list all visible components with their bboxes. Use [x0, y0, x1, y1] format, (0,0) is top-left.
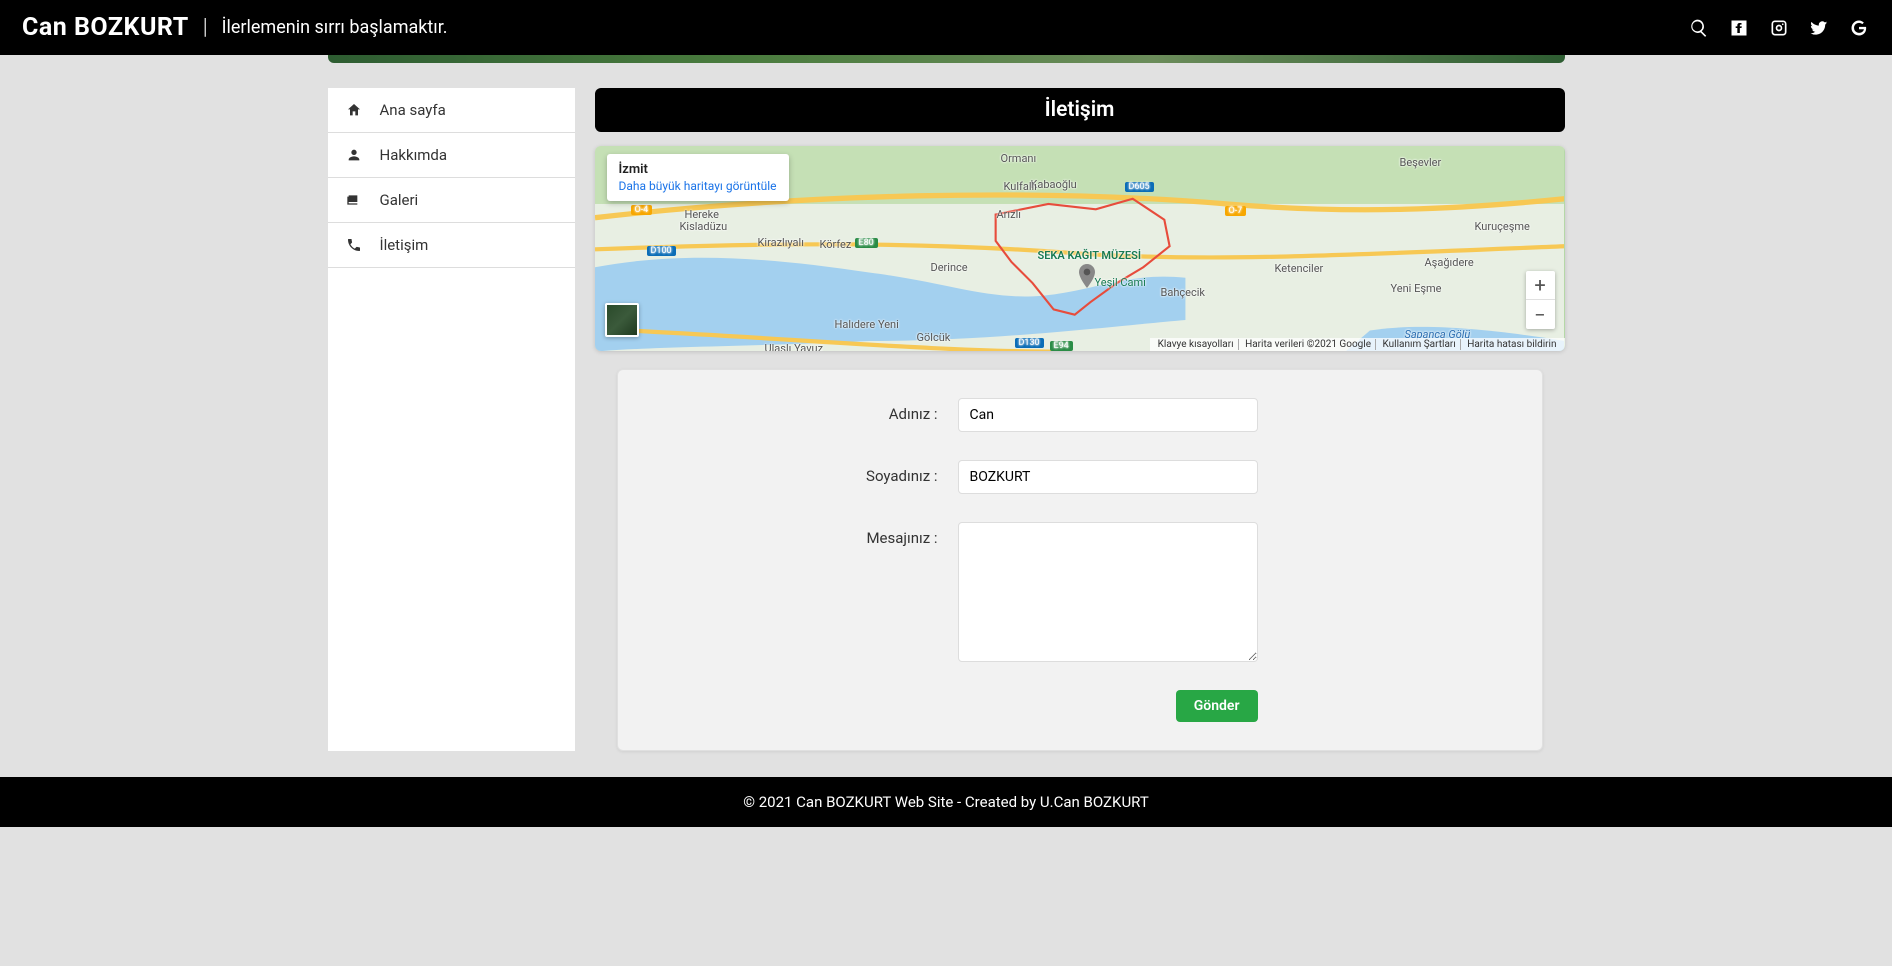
sidebar-item-home[interactable]: Ana sayfa [328, 88, 575, 133]
zoom-in-button[interactable]: + [1526, 271, 1555, 300]
road-shield: D605 [1125, 182, 1154, 192]
sidebar-item-gallery[interactable]: Galeri [328, 178, 575, 223]
road-shield: E94 [1050, 341, 1073, 351]
sidebar-item-contact[interactable]: İletişim [328, 223, 575, 268]
search-icon[interactable] [1688, 17, 1710, 39]
topbar-icons [1688, 17, 1870, 39]
map-place: Yeni Eşme [1391, 282, 1442, 295]
message-input[interactable] [958, 522, 1258, 662]
tagline: İlerlemenin sırrı başlamaktır. [222, 17, 448, 38]
contact-form: Adınız : Soyadınız : Mesajınız : Gönder [617, 369, 1543, 751]
facebook-icon[interactable] [1728, 17, 1750, 39]
map-satellite-toggle[interactable] [605, 303, 639, 337]
form-row-name: Adınız : [658, 398, 1502, 432]
map-place: Aşağıdere [1425, 256, 1474, 269]
topbar-left: Can BOZKURT | İlerlemenin sırrı başlamak… [22, 13, 448, 42]
map-place: Yeşil Cami [1095, 276, 1146, 289]
map-place: Ketenciler [1275, 262, 1324, 275]
brand[interactable]: Can BOZKURT [22, 13, 189, 42]
submit-button[interactable]: Gönder [1176, 690, 1258, 722]
map-infobox-title: İzmit [619, 162, 777, 177]
twitter-icon[interactable] [1808, 17, 1830, 39]
home-icon [346, 102, 366, 118]
surname-input[interactable] [958, 460, 1258, 494]
map-place: Kulfallı [1004, 180, 1037, 193]
map-place: Halıdere Yeni [835, 318, 899, 331]
sidebar-item-about[interactable]: Hakkımda [328, 133, 575, 178]
map-place: Kisladüzu [680, 220, 728, 233]
map-infobox: İzmit Daha büyük haritayı görüntüle [607, 154, 789, 201]
map-poi-label[interactable]: SEKA KAĞIT MÜZESİ [1038, 249, 1142, 262]
sidebar: Ana sayfa Hakkımda Galeri İletişim [328, 88, 575, 751]
sidebar-item-label: Galeri [380, 191, 419, 209]
map-terms-link[interactable]: Kullanım Şartları [1379, 339, 1461, 350]
road-shield: E80 [855, 238, 878, 248]
sidebar-item-label: İletişim [380, 236, 429, 254]
road-shield: D100 [647, 246, 676, 256]
message-label: Mesajınız : [658, 522, 938, 547]
topbar: Can BOZKURT | İlerlemenin sırrı başlamak… [0, 0, 1892, 55]
main-content: İletişim [595, 88, 1565, 751]
map-place: Kirazlıyalı [758, 236, 804, 249]
name-label: Adınız : [658, 398, 938, 423]
map-place: Ulaşlı Yavuz [765, 342, 824, 351]
map-place: Kuruçeşme [1475, 220, 1530, 233]
form-row-surname: Soyadınız : [658, 460, 1502, 494]
name-input[interactable] [958, 398, 1258, 432]
map-place: Gölcük [917, 331, 951, 344]
images-icon [346, 192, 366, 208]
map-place: Ormanı [1001, 152, 1037, 165]
instagram-icon[interactable] [1768, 17, 1790, 39]
map-place: Kabaoğlu [1031, 178, 1077, 191]
map-larger-link[interactable]: Daha büyük haritayı görüntüle [619, 179, 777, 193]
map[interactable]: Ormanı Kabaoğlu Hereke Kisladüzu Kirazlı… [595, 146, 1565, 351]
map-attribution: Klavye kısayolları Harita verileri ©2021… [1150, 338, 1565, 351]
road-shield: O-4 [631, 205, 653, 215]
map-keyboard-shortcut-link[interactable]: Klavye kısayolları [1154, 339, 1239, 350]
map-report-link[interactable]: Harita hatası bildirin [1463, 339, 1560, 350]
zoom-out-button[interactable]: − [1526, 300, 1555, 329]
footer-text: © 2021 Can BOZKURT Web Site - Created by… [743, 793, 1149, 811]
user-icon [346, 147, 366, 163]
map-place: Arızlı [997, 208, 1021, 221]
form-row-message: Mesajınız : [658, 522, 1502, 662]
hero-strip [328, 55, 1565, 63]
sidebar-item-label: Hakkımda [380, 146, 448, 164]
road-shield: D130 [1015, 338, 1044, 348]
map-zoom-controls: + − [1526, 271, 1555, 329]
google-icon[interactable] [1848, 17, 1870, 39]
phone-icon [346, 237, 366, 253]
page-title: İletişim [595, 88, 1565, 132]
map-place: Bahçecik [1161, 286, 1206, 299]
map-data-attrib: Harita verileri ©2021 Google [1241, 339, 1376, 350]
map-place: Derince [931, 261, 968, 274]
map-marker-icon[interactable] [1079, 264, 1095, 288]
form-actions: Gönder [958, 690, 1258, 722]
footer: © 2021 Can BOZKURT Web Site - Created by… [0, 777, 1892, 827]
surname-label: Soyadınız : [658, 460, 938, 485]
map-place: Körfez [820, 238, 852, 251]
brand-divider: | [203, 15, 208, 40]
sidebar-item-label: Ana sayfa [380, 101, 446, 119]
map-place: Beşevler [1400, 156, 1442, 169]
road-shield: O-7 [1225, 206, 1247, 216]
